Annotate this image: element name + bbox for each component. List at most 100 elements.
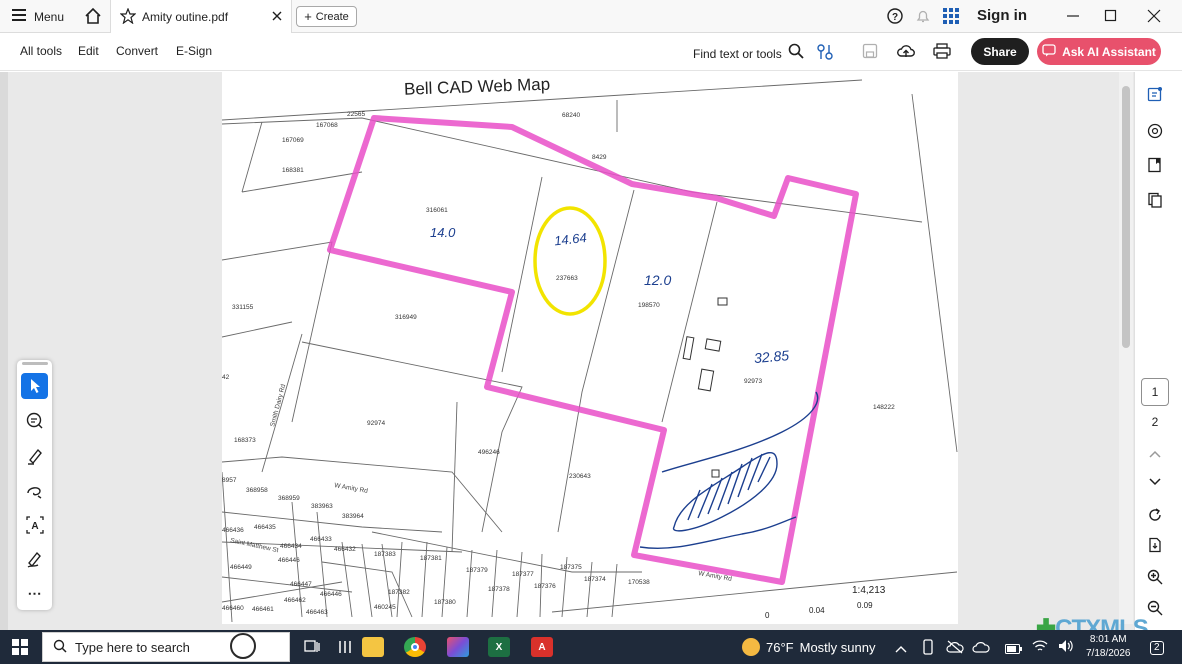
upload-cloud-icon[interactable] — [897, 43, 915, 64]
all-tools-menu[interactable]: All tools — [20, 44, 62, 58]
parcel-label: 187376 — [534, 583, 556, 590]
wifi-icon[interactable] — [1032, 639, 1048, 658]
chevron-down-icon[interactable] — [1144, 471, 1166, 493]
close-tab-icon[interactable] — [271, 9, 283, 27]
task-view-icon[interactable] — [301, 637, 323, 657]
highlight-circle — [533, 206, 607, 316]
pages-icon[interactable] — [1144, 189, 1166, 211]
parcel-label: 8957 — [222, 477, 237, 484]
star-icon[interactable] — [119, 7, 137, 29]
scale-tick: 0 — [765, 611, 770, 620]
minimize-icon[interactable] — [1066, 9, 1080, 28]
find-text-label: Find text or tools — [693, 46, 782, 61]
parcel-label: 198570 — [638, 302, 660, 309]
scrollbar-thumb[interactable] — [1122, 86, 1130, 348]
freehand-draw-icon[interactable] — [21, 478, 48, 504]
acreage-label: 32.85 — [753, 347, 790, 366]
ai-label: Ask AI Assistant — [1062, 44, 1156, 59]
road-label-smith-dairy: Smith Dairy Rd — [269, 383, 287, 427]
print-icon[interactable] — [933, 43, 951, 64]
soccer-ball-icon[interactable] — [230, 633, 256, 659]
help-icon[interactable]: ? — [887, 8, 903, 29]
title-bar: Menu Amity outine.pdf + Create ? Sign in — [0, 0, 1182, 33]
acrobat-icon[interactable]: A — [531, 637, 553, 657]
parcel-label: 68240 — [562, 112, 580, 119]
parcel-label: 466446 — [320, 591, 342, 598]
bell-icon[interactable] — [915, 8, 931, 29]
save-copy-icon[interactable] — [1144, 534, 1166, 556]
add-comment-icon[interactable] — [21, 408, 48, 434]
compare-icon[interactable] — [816, 43, 834, 66]
pdf-page[interactable]: Bell CAD Web Map 22565 167068 167069 168… — [222, 72, 958, 624]
apps-grid-icon[interactable] — [943, 8, 959, 29]
volume-icon[interactable] — [1058, 639, 1074, 658]
edit-pdf-icon[interactable] — [1144, 83, 1166, 105]
phone-link-icon[interactable] — [922, 639, 934, 660]
parcel-label: 187375 — [560, 564, 582, 571]
microsoft-365-icon[interactable] — [447, 637, 469, 657]
map-title: Bell CAD Web Map — [404, 75, 551, 99]
parcel-label: 466433 — [310, 536, 332, 543]
select-cursor-icon[interactable] — [21, 373, 48, 399]
edit-menu[interactable]: Edit — [78, 44, 99, 58]
parcel-label: 331155 — [232, 304, 254, 311]
file-explorer-icon[interactable] — [362, 637, 384, 657]
text-recognition-icon[interactable]: A — [21, 512, 48, 538]
weather-widget[interactable]: 76°F Mostly sunny — [742, 638, 875, 656]
parcel-label: 383964 — [342, 513, 364, 520]
search-icon — [53, 639, 67, 656]
windows-start-icon[interactable] — [12, 639, 28, 660]
parcel-label: 148222 — [873, 404, 895, 411]
widgets-icon[interactable] — [334, 637, 356, 657]
system-clock[interactable]: 8:01 AM 7/18/2026 — [1086, 633, 1131, 661]
find-text-button[interactable]: Find text or tools — [693, 43, 804, 64]
parcel-label: 237663 — [556, 275, 578, 282]
notification-badge[interactable]: 2 — [1150, 641, 1164, 655]
ask-ai-assistant-button[interactable]: Ask AI Assistant — [1037, 38, 1161, 65]
parcel-label: 167068 — [316, 122, 338, 129]
save-icon[interactable] — [862, 43, 878, 64]
refresh-icon[interactable] — [1144, 504, 1166, 526]
close-window-icon[interactable] — [1147, 9, 1161, 28]
palette-drag-handle[interactable] — [22, 362, 48, 365]
road-labels: W Amity Rd W Amity Rd Smith Dairy Rd Sai… — [230, 383, 733, 583]
signature-icon[interactable] — [21, 546, 48, 572]
menu-button[interactable]: Menu — [12, 8, 64, 26]
parcel-label: 187379 — [466, 567, 488, 574]
highlight-pen-icon[interactable] — [21, 443, 48, 469]
parcel-label: 168381 — [282, 167, 304, 174]
bookmark-icon[interactable] — [1144, 154, 1166, 176]
scale-tick: 0.09 — [857, 601, 873, 610]
comment-icon[interactable] — [1144, 120, 1166, 142]
convert-menu[interactable]: Convert — [116, 44, 158, 58]
left-gutter — [0, 72, 8, 630]
clock-time: 8:01 AM — [1089, 634, 1127, 645]
zoom-in-icon[interactable] — [1144, 566, 1166, 588]
create-button[interactable]: + Create — [296, 6, 357, 27]
share-button[interactable]: Share — [971, 38, 1029, 65]
map-drawing: Bell CAD Web Map 22565 167068 167069 168… — [222, 75, 958, 623]
chevron-up-icon[interactable] — [1144, 443, 1166, 465]
maximize-icon[interactable] — [1104, 9, 1118, 28]
excel-icon[interactable]: X — [488, 637, 510, 657]
parcel-label: 316061 — [426, 207, 448, 214]
chevron-up-tray-icon[interactable] — [895, 640, 907, 658]
page-number-2[interactable]: 2 — [1141, 412, 1169, 432]
document-tab[interactable]: Amity outine.pdf — [110, 0, 292, 33]
parcel-labels: 22565 167068 167069 168381 68240 8429 31… — [222, 111, 895, 616]
page-number-current[interactable]: 1 — [1141, 378, 1169, 406]
notification-count: 2 — [1154, 642, 1160, 653]
esign-menu[interactable]: E-Sign — [176, 44, 212, 58]
chrome-icon[interactable] — [404, 637, 426, 657]
home-icon[interactable] — [84, 7, 102, 30]
parcel-label: 466436 — [222, 527, 244, 534]
parcel-label: 187383 — [374, 551, 396, 558]
acreage-label: 14.0 — [430, 225, 456, 240]
sign-in-link[interactable]: Sign in — [977, 7, 1027, 24]
cloud-off-icon[interactable] — [946, 640, 964, 659]
more-tools-icon[interactable]: ⋯ — [21, 580, 48, 606]
parcel-label: 92973 — [744, 378, 762, 385]
battery-icon[interactable] — [1005, 641, 1023, 659]
onedrive-icon[interactable] — [972, 640, 990, 659]
handwritten-acreage: 14.0 14.64 12.0 32.85 — [430, 225, 790, 366]
